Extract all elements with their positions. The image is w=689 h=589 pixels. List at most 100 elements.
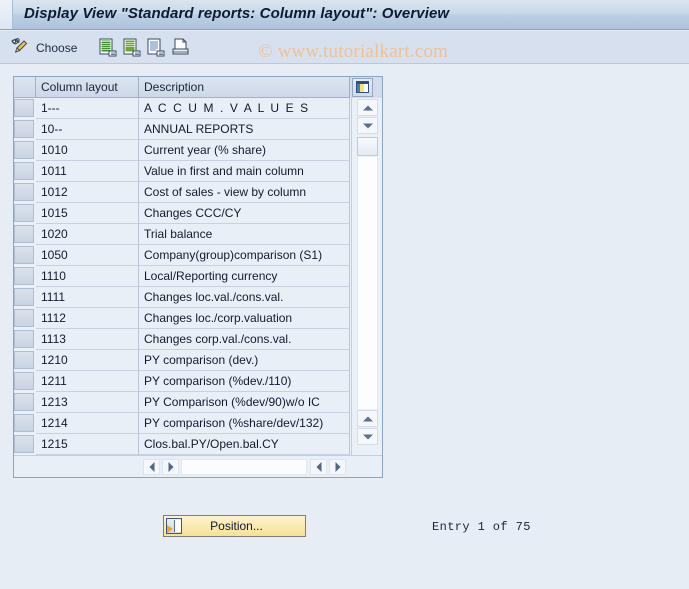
cell-description[interactable]: Clos.bal.PY/Open.bal.CY <box>139 434 350 455</box>
cell-description[interactable]: A C C U M . V A L U E S <box>139 98 350 119</box>
arrow-left-icon <box>316 462 321 472</box>
column-header-column-layout[interactable]: Column layout <box>36 77 139 98</box>
column-configuration-icon[interactable] <box>352 78 373 97</box>
vertical-scrollbar-thumb[interactable] <box>357 137 378 156</box>
table-row[interactable]: 1010 Current year (% share) <box>14 140 350 161</box>
display-document-green-icon[interactable] <box>123 38 142 57</box>
table-row[interactable]: 10-- ANNUAL REPORTS <box>14 119 350 140</box>
row-select-handle[interactable] <box>14 246 34 264</box>
row-select-handle[interactable] <box>14 372 34 390</box>
details-document-green-icon[interactable] <box>99 38 118 57</box>
cell-column-layout[interactable]: 1112 <box>36 308 139 329</box>
cell-column-layout[interactable]: 1015 <box>36 203 139 224</box>
cell-description[interactable]: Changes loc.val./cons.val. <box>139 287 350 308</box>
row-select-handle[interactable] <box>14 309 34 327</box>
cell-description[interactable]: Changes CCC/CY <box>139 203 350 224</box>
cell-column-layout[interactable]: 1110 <box>36 266 139 287</box>
row-select-handle[interactable] <box>14 99 34 117</box>
cell-description[interactable]: Value in first and main column <box>139 161 350 182</box>
cell-description[interactable]: Current year (% share) <box>139 140 350 161</box>
cell-column-layout[interactable]: 1010 <box>36 140 139 161</box>
row-select-handle[interactable] <box>14 351 34 369</box>
vertical-scrollbar-track[interactable] <box>357 157 378 409</box>
scroll-down-button[interactable] <box>357 117 378 134</box>
cell-description[interactable]: Cost of sales - view by column <box>139 182 350 203</box>
scroll-up-button[interactable] <box>357 99 378 116</box>
cell-column-layout[interactable]: 10-- <box>36 119 139 140</box>
cell-description[interactable]: Company(group)comparison (S1) <box>139 245 350 266</box>
table-row[interactable]: 1214 PY comparison (%share/dev/132) <box>14 413 350 434</box>
cell-column-layout[interactable]: 1050 <box>36 245 139 266</box>
row-select-handle[interactable] <box>14 393 34 411</box>
scroll-right-button[interactable] <box>162 459 179 475</box>
column-header-description[interactable]: Description <box>139 77 350 98</box>
table-row[interactable]: 1211 PY comparison (%dev./110) <box>14 371 350 392</box>
select-all-header-cell[interactable] <box>14 77 36 98</box>
cell-description[interactable]: Changes corp.val./cons.val. <box>139 329 350 350</box>
row-select-handle[interactable] <box>14 288 34 306</box>
horizontal-scrollbar-track[interactable] <box>181 459 307 475</box>
cell-description[interactable]: PY comparison (%dev./110) <box>139 371 350 392</box>
cell-column-layout[interactable]: 1215 <box>36 434 139 455</box>
table-row[interactable]: 1111 Changes loc.val./cons.val. <box>14 287 350 308</box>
table-row[interactable]: 1012 Cost of sales - view by column <box>14 182 350 203</box>
table-row[interactable]: 1020 Trial balance <box>14 224 350 245</box>
arrow-right-icon <box>335 462 340 472</box>
table-row[interactable]: 1210 PY comparison (dev.) <box>14 350 350 371</box>
cell-column-layout[interactable]: 1011 <box>36 161 139 182</box>
cell-description[interactable]: Changes loc./corp.valuation <box>139 308 350 329</box>
cell-column-layout[interactable]: 1211 <box>36 371 139 392</box>
cell-column-layout[interactable]: 1113 <box>36 329 139 350</box>
cell-column-layout[interactable]: 1210 <box>36 350 139 371</box>
table-body: 1--- A C C U M . V A L U E S 10-- ANNUAL RE… <box>14 98 350 455</box>
row-select-handle[interactable] <box>14 120 34 138</box>
row-select-handle[interactable] <box>14 183 34 201</box>
row-select-handle[interactable] <box>14 435 34 453</box>
position-button[interactable]: Position... <box>163 515 306 537</box>
cell-column-layout[interactable]: 1213 <box>36 392 139 413</box>
cell-description[interactable]: Trial balance <box>139 224 350 245</box>
cell-column-layout[interactable]: 1020 <box>36 224 139 245</box>
cell-column-layout[interactable]: 1012 <box>36 182 139 203</box>
cell-column-layout[interactable]: 1111 <box>36 287 139 308</box>
cell-description[interactable]: ANNUAL REPORTS <box>139 119 350 140</box>
cell-description[interactable]: Local/Reporting currency <box>139 266 350 287</box>
table-inner: Column layout Description 1--- A C C U M … <box>14 77 382 477</box>
window-title-bar: Display View "Standard reports: Column l… <box>0 0 689 30</box>
table-row[interactable]: 1--- A C C U M . V A L U E S <box>14 98 350 119</box>
arrow-down-icon <box>362 123 373 128</box>
table-row[interactable]: 1113 Changes corp.val./cons.val. <box>14 329 350 350</box>
row-select-handle[interactable] <box>14 225 34 243</box>
cell-column-layout[interactable]: 1--- <box>36 98 139 119</box>
cell-description[interactable]: PY comparison (%share/dev/132) <box>139 413 350 434</box>
arrow-up-icon <box>362 105 373 110</box>
row-select-handle[interactable] <box>14 162 34 180</box>
scroll-page-down-button[interactable] <box>357 428 378 445</box>
table-row[interactable]: 1213 PY Comparison (%dev/90)w/o IC <box>14 392 350 413</box>
scroll-page-up-button[interactable] <box>357 410 378 427</box>
document-lines-icon[interactable] <box>147 38 166 57</box>
scroll-page-right-button[interactable] <box>329 459 346 475</box>
scroll-left-button[interactable] <box>143 459 160 475</box>
choose-button[interactable]: Choose <box>10 31 77 64</box>
row-select-handle[interactable] <box>14 141 34 159</box>
horizontal-scrollbar[interactable] <box>14 455 382 477</box>
table-row[interactable]: 1015 Changes CCC/CY <box>14 203 350 224</box>
scroll-page-left-button[interactable] <box>310 459 327 475</box>
table-row[interactable]: 1215 Clos.bal.PY/Open.bal.CY <box>14 434 350 455</box>
table-row[interactable]: 1011 Value in first and main column <box>14 161 350 182</box>
table-row[interactable]: 1112 Changes loc./corp.valuation <box>14 308 350 329</box>
cell-description[interactable]: PY Comparison (%dev/90)w/o IC <box>139 392 350 413</box>
vertical-scrollbar[interactable] <box>351 98 382 455</box>
row-select-handle[interactable] <box>14 330 34 348</box>
cell-column-layout[interactable]: 1214 <box>36 413 139 434</box>
table-row[interactable]: 1110 Local/Reporting currency <box>14 266 350 287</box>
arrow-up-icon <box>362 416 373 421</box>
row-select-handle[interactable] <box>14 414 34 432</box>
row-select-handle[interactable] <box>14 267 34 285</box>
table-header-row: Column layout Description <box>14 77 382 98</box>
table-row[interactable]: 1050 Company(group)comparison (S1) <box>14 245 350 266</box>
row-select-handle[interactable] <box>14 204 34 222</box>
cell-description[interactable]: PY comparison (dev.) <box>139 350 350 371</box>
print-icon[interactable] <box>171 38 190 57</box>
